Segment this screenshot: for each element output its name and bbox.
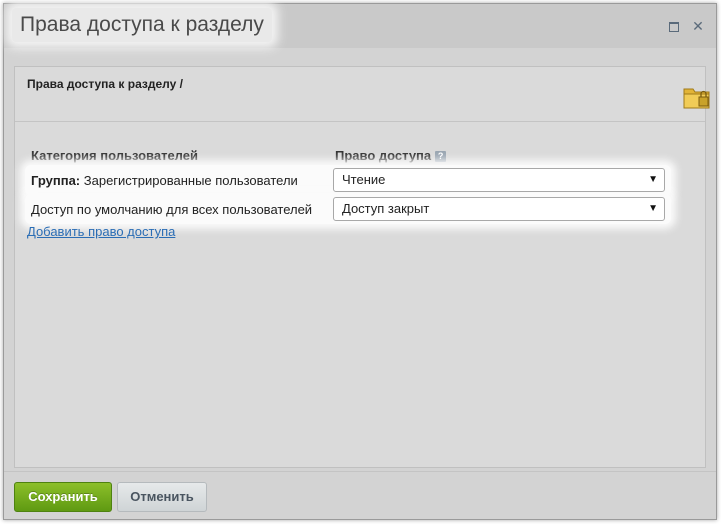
header-divider bbox=[15, 121, 705, 122]
add-access-link[interactable]: Добавить право доступа bbox=[27, 224, 175, 239]
dropdown-arrow-icon: ▼ bbox=[648, 174, 658, 185]
permission-row-label: Доступ по умолчанию для всех пользовател… bbox=[31, 202, 312, 217]
group-prefix: Группа: bbox=[31, 173, 81, 188]
save-button[interactable]: Сохранить bbox=[14, 482, 112, 512]
access-column-label: Право доступа bbox=[335, 148, 432, 163]
selected-value: Чтение bbox=[342, 172, 386, 187]
folder-lock-icon bbox=[683, 88, 710, 109]
permissions-dialog: Права доступа к разделу ✕ Права доступа … bbox=[3, 3, 717, 520]
category-column-header: Категория пользователей bbox=[31, 148, 198, 163]
footer-divider bbox=[4, 471, 716, 472]
access-select-default[interactable]: Доступ закрыт ▼ bbox=[333, 197, 665, 221]
dropdown-arrow-icon: ▼ bbox=[648, 203, 658, 214]
help-icon[interactable]: ? bbox=[435, 151, 447, 163]
maximize-box bbox=[669, 22, 679, 32]
dialog-title: Права доступа к разделу bbox=[12, 8, 272, 42]
access-column-header: Право доступа? bbox=[335, 148, 447, 163]
access-select-registered[interactable]: Чтение ▼ bbox=[333, 168, 665, 192]
selected-value: Доступ закрыт bbox=[342, 201, 430, 216]
breadcrumb: Права доступа к разделу / bbox=[27, 77, 183, 91]
close-icon[interactable]: ✕ bbox=[690, 18, 706, 34]
default-access-label: Доступ по умолчанию для всех пользовател… bbox=[31, 202, 313, 217]
dialog-content: Права доступа к разделу / Категория поль… bbox=[14, 66, 710, 468]
maximize-icon[interactable] bbox=[666, 18, 682, 34]
cancel-button[interactable]: Отменить bbox=[117, 482, 207, 512]
group-name: Зарегистрированные пользователи bbox=[83, 173, 298, 188]
permission-row-label: Группа: Зарегистрированные пользователи bbox=[31, 173, 298, 188]
dialog-titlebar[interactable]: Права доступа к разделу ✕ bbox=[4, 4, 716, 48]
